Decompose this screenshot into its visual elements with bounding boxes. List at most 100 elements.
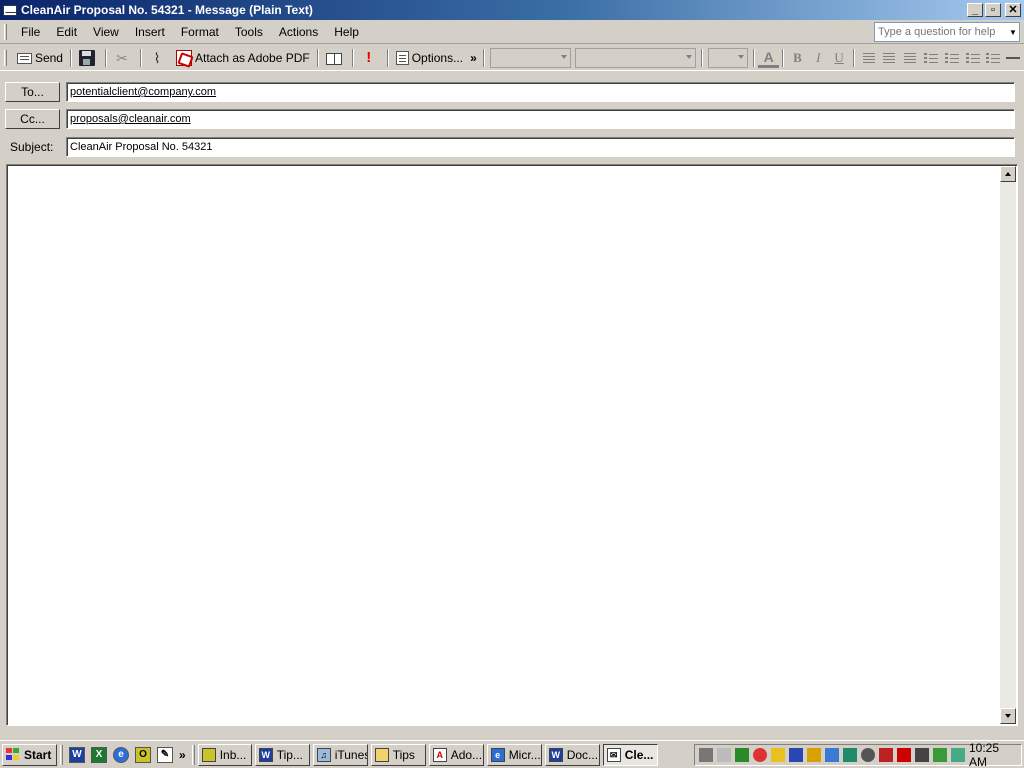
tray-app-icon[interactable] [897,748,911,762]
chevron-down-icon [561,54,568,59]
cc-row: Cc... proposals@cleanair.com [0,108,1024,130]
tray-app-icon[interactable] [915,748,929,762]
task-cleanair-message[interactable]: ✉ Cle... [602,743,658,766]
cut-button[interactable]: ✂ [110,47,137,69]
task-document-word[interactable]: W Doc... [544,743,600,766]
style-select[interactable] [489,47,572,68]
menu-grip [4,23,7,40]
options-button[interactable]: Options... [392,47,467,69]
task-label: Cle... [624,747,654,762]
toolbar-separator [139,48,142,67]
chevron-down-icon [686,54,693,59]
task-inbox[interactable]: Inb... [197,743,252,766]
task-label: iTunes [334,747,368,762]
to-button[interactable]: To... [5,82,60,102]
align-left-icon[interactable] [858,48,879,68]
task-microsoft-ie[interactable]: e Micr... [486,743,542,766]
cc-address[interactable]: proposals@cleanair.com [70,113,191,125]
toolbar-overflow-icon[interactable]: » [467,52,480,64]
increase-indent-icon[interactable] [982,48,1003,68]
align-right-icon[interactable] [899,48,920,68]
outlook-quicklaunch-icon[interactable]: O [135,746,151,763]
chevron-down-icon[interactable]: ▼ [1007,28,1019,37]
align-center-icon[interactable] [878,48,899,68]
to-address[interactable]: potentialclient@company.com [70,86,216,98]
task-tips-word[interactable]: W Tip... [254,743,310,766]
excel-quicklaunch-icon[interactable]: X [91,746,107,763]
word-quicklaunch-icon[interactable]: W [69,746,85,763]
to-row: To... potentialclient@company.com [0,81,1024,103]
tray-app-icon[interactable] [807,748,821,762]
task-label: Doc... [566,747,599,762]
menu-help[interactable]: Help [326,22,367,42]
tray-app-icon[interactable] [879,748,893,762]
scroll-up-icon[interactable] [1000,166,1016,182]
address-book-button[interactable] [322,47,349,69]
menu-format[interactable]: Format [173,22,227,42]
bullets-icon[interactable] [920,48,941,68]
menu-tools[interactable]: Tools [227,22,271,42]
subject-field[interactable]: CleanAir Proposal No. 54321 [66,137,1015,157]
task-label: Micr... [508,747,541,762]
font-select[interactable] [575,47,697,68]
standard-toolbar: Send ✂ ⌇ Attach as Adobe PDF ! Options..… [0,45,1024,71]
restore-button[interactable]: ▫ [985,3,1001,17]
tray-app-icon[interactable] [951,748,965,762]
importance-high-button[interactable]: ! [357,47,384,69]
window-title: CleanAir Proposal No. 54321 - Message (P… [21,3,313,17]
toolbar-separator [482,48,485,67]
attach-file-button[interactable]: ⌇ [145,47,172,69]
internet-explorer-icon[interactable]: e [113,746,129,763]
tray-app-icon[interactable] [825,748,839,762]
exclamation-icon: ! [366,48,372,66]
task-adobe[interactable]: A Ado... [428,743,484,766]
send-button[interactable]: Send [13,47,67,69]
tray-app-icon[interactable] [933,748,947,762]
network-icon[interactable] [699,748,713,762]
tray-app-icon[interactable] [771,748,785,762]
menu-actions[interactable]: Actions [271,22,326,42]
bold-icon[interactable]: B [787,48,808,68]
font-size-select[interactable] [708,47,749,68]
cc-field[interactable]: proposals@cleanair.com [66,109,1015,129]
close-button[interactable]: ✕ [1005,3,1021,17]
tray-app-icon[interactable] [753,748,767,762]
menu-insert[interactable]: Insert [127,22,173,42]
tray-app-icon[interactable] [789,748,803,762]
help-search-input[interactable] [875,26,1007,38]
tray-app-icon[interactable] [843,748,857,762]
numbering-icon[interactable] [941,48,962,68]
notepad-quicklaunch-icon[interactable]: ✎ [157,746,173,763]
attach-pdf-button[interactable]: Attach as Adobe PDF [172,47,314,69]
quicklaunch-overflow-icon[interactable]: » [176,749,189,761]
clock[interactable]: 10:25 AM [969,741,1011,768]
subject-row: Subject: CleanAir Proposal No. 54321 [0,136,1024,158]
menu-file[interactable]: File [13,22,48,42]
menu-edit[interactable]: Edit [48,22,85,42]
scroll-down-icon[interactable] [1000,708,1016,724]
font-color-icon[interactable]: A [758,48,780,68]
underline-icon[interactable]: U [829,48,850,68]
italic-icon[interactable]: I [808,48,829,68]
cc-button[interactable]: Cc... [5,109,60,129]
to-field[interactable]: potentialclient@company.com [66,82,1015,102]
save-button[interactable] [75,47,102,69]
horizontal-line-icon[interactable] [1003,48,1024,68]
tray-app-icon[interactable] [861,748,875,762]
menu-view[interactable]: View [85,22,127,42]
vertical-scrollbar[interactable] [1000,166,1016,724]
minimize-button[interactable]: _ [967,3,983,17]
adobe-pdf-icon [175,49,192,66]
message-body[interactable] [6,164,1018,726]
taskbar-grip [191,744,195,765]
task-tips-folder[interactable]: Tips [370,743,426,766]
send-icon [16,53,32,64]
subject-label: Subject: [10,140,54,154]
subject-value[interactable]: CleanAir Proposal No. 54321 [70,141,212,153]
tray-app-icon[interactable] [735,748,749,762]
task-itunes[interactable]: ♫ iTunes [312,743,368,766]
message-body-text[interactable] [7,165,1017,173]
start-button[interactable]: Start [2,743,57,766]
volume-icon[interactable] [717,748,731,762]
decrease-indent-icon[interactable] [962,48,983,68]
